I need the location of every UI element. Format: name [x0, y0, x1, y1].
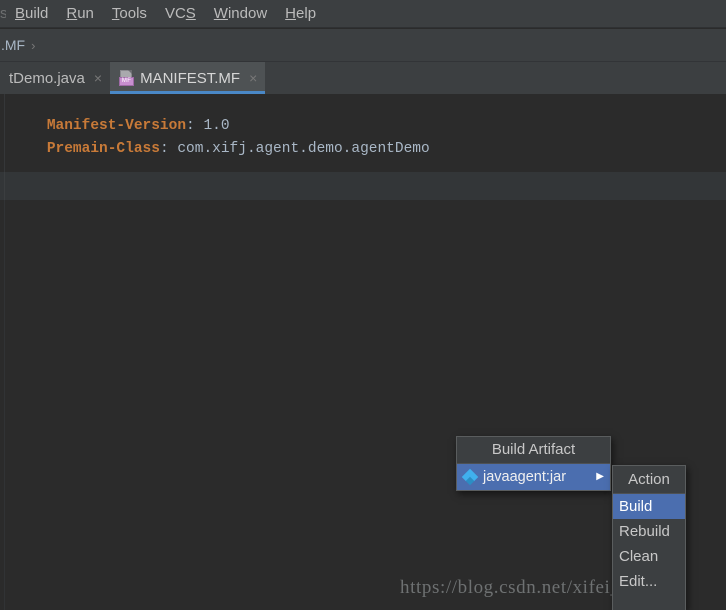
- menu-help[interactable]: Help: [276, 0, 325, 27]
- tab-label: tDemo.java: [9, 70, 85, 87]
- menu-window[interactable]: Window: [205, 0, 276, 27]
- artifact-item-label: javaagent:jar: [483, 469, 596, 485]
- manifest-value: com.xifj.agent.demo.agentDemo: [169, 141, 430, 157]
- editor-gutter-divider: [4, 94, 5, 172]
- editor-tab-bar: tDemo.java × MF MANIFEST.MF ×: [0, 62, 726, 94]
- action-submenu: Action Build Rebuild Clean Edit...: [612, 465, 686, 610]
- tool-window-strip: [0, 172, 726, 200]
- submenu-item-rebuild[interactable]: Rebuild: [613, 519, 685, 544]
- lower-pane-divider: [4, 200, 5, 610]
- tool-strip-divider: [4, 172, 5, 200]
- menu-run[interactable]: Run: [57, 0, 103, 27]
- manifest-key: Premain-Class: [47, 141, 160, 157]
- menu-build[interactable]: Build: [6, 0, 57, 27]
- tab-manifest-mf[interactable]: MF MANIFEST.MF ×: [110, 62, 265, 94]
- menu-help-rest: elp: [296, 5, 316, 22]
- menu-window-mnemonic: W: [214, 5, 228, 22]
- submenu-arrow-icon: ▶: [596, 472, 604, 482]
- submenu-item-build[interactable]: Build: [613, 494, 685, 519]
- breadcrumb-chevron-icon: ›: [25, 38, 42, 53]
- menu-vcs[interactable]: VCS: [156, 0, 205, 27]
- menu-vcs-prefix: VC: [165, 5, 186, 22]
- submenu-title: Action: [613, 466, 685, 494]
- breadcrumb: .MF ›: [0, 29, 726, 62]
- manifest-colon: :: [160, 141, 169, 157]
- artifact-diamond-icon: [463, 470, 477, 484]
- menu-window-rest: indow: [228, 5, 267, 22]
- menu-bar: s Build Run Tools VCS Window Help: [0, 0, 726, 28]
- artifact-item-javaagent-jar[interactable]: javaagent:jar ▶: [457, 464, 610, 490]
- tab-label: MANIFEST.MF: [140, 70, 240, 87]
- manifest-file-icon-badge: MF: [119, 77, 134, 86]
- menu-build-mnemonic: B: [15, 5, 25, 22]
- build-artifact-popup: Build Artifact javaagent:jar ▶: [456, 436, 611, 491]
- menu-run-mnemonic: R: [66, 5, 77, 22]
- submenu-item-edit[interactable]: Edit...: [613, 569, 685, 594]
- menu-tools-rest: ools: [119, 5, 147, 22]
- breadcrumb-item-manifest[interactable]: .MF: [0, 37, 25, 53]
- code-line-premain-class: Premain-Class: com.xifj.agent.demo.agent…: [12, 125, 430, 173]
- menu-build-rest: uild: [25, 5, 48, 22]
- close-icon[interactable]: ×: [249, 71, 257, 85]
- menu-run-rest: un: [77, 5, 94, 22]
- popup-title: Build Artifact: [457, 437, 610, 464]
- tab-agentdemo-java[interactable]: tDemo.java ×: [0, 62, 110, 94]
- menu-help-mnemonic: H: [285, 5, 296, 22]
- code-editor[interactable]: Manifest-Version: 1.0 Premain-Class: com…: [0, 94, 726, 172]
- submenu-item-clean[interactable]: Clean: [613, 544, 685, 569]
- manifest-file-icon: MF: [119, 70, 134, 86]
- menu-tools[interactable]: Tools: [103, 0, 156, 27]
- menu-vcs-mnemonic: S: [186, 5, 196, 22]
- close-icon[interactable]: ×: [94, 71, 102, 85]
